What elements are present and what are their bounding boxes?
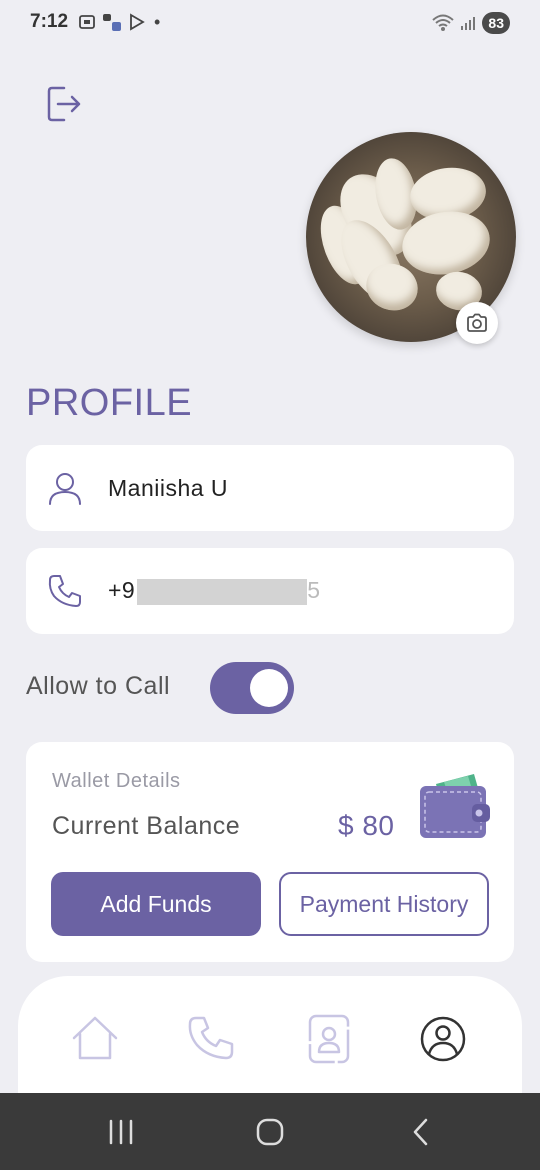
phone-value: +9 5: [108, 577, 321, 605]
screenshot-icon: [79, 15, 95, 29]
toggle-knob: [250, 669, 288, 707]
status-time: 7:12: [30, 11, 69, 32]
user-icon: [49, 473, 81, 505]
wallet-card: Wallet Details Current Balance $ 80 Add …: [26, 742, 514, 962]
phone-icon: [48, 575, 81, 607]
balance-label: Current Balance: [52, 812, 241, 840]
camera-icon: [467, 313, 487, 332]
back-button[interactable]: [404, 1115, 438, 1149]
bottom-navigation: [18, 976, 522, 1106]
balance-value: $ 80: [338, 810, 395, 841]
wifi-icon: [432, 14, 455, 31]
name-value: Maniisha U: [108, 474, 229, 501]
phone-prefix: +9: [108, 577, 136, 604]
battery-indicator: 83: [482, 12, 510, 34]
change-photo-button[interactable]: [456, 302, 498, 344]
signal-icon: [461, 17, 476, 30]
name-field[interactable]: Maniisha U: [26, 445, 514, 531]
recents-icon: [109, 1119, 133, 1145]
allow-call-toggle[interactable]: [210, 662, 294, 714]
nav-home[interactable]: [68, 1012, 122, 1066]
add-funds-button[interactable]: Add Funds: [51, 872, 261, 936]
contacts-icon: [308, 1014, 350, 1064]
play-store-icon: [130, 13, 145, 31]
notification-icons: •: [78, 12, 160, 32]
phone-icon: [188, 1016, 234, 1060]
page-title: PROFILE: [26, 382, 193, 424]
home-icon: [72, 1016, 118, 1060]
wallet-title: Wallet Details: [52, 770, 181, 792]
recents-button[interactable]: [104, 1115, 138, 1149]
app-notification-icon: [103, 14, 121, 31]
status-bar: 7:12 • 83: [0, 0, 540, 44]
nav-profile[interactable]: [416, 1012, 470, 1066]
system-navigation-bar: [0, 1093, 540, 1170]
home-button[interactable]: [253, 1115, 287, 1149]
phone-field[interactable]: +9 5: [26, 548, 514, 634]
payment-history-button[interactable]: Payment History: [279, 872, 489, 936]
back-icon: [413, 1118, 428, 1146]
phone-suffix: 5: [307, 577, 321, 604]
system-icons: 83: [432, 12, 510, 34]
logout-button[interactable]: [44, 84, 84, 124]
nav-contacts[interactable]: [302, 1012, 356, 1066]
logout-icon: [47, 86, 81, 122]
home-circle-icon: [256, 1118, 284, 1146]
avatar-container: [306, 132, 516, 344]
allow-call-label: Allow to Call: [26, 672, 171, 700]
wallet-icon: [420, 774, 490, 838]
phone-redacted: [137, 578, 308, 605]
more-notifications-dot: •: [154, 11, 161, 32]
nav-calls[interactable]: [184, 1012, 238, 1066]
profile-icon: [420, 1016, 466, 1062]
